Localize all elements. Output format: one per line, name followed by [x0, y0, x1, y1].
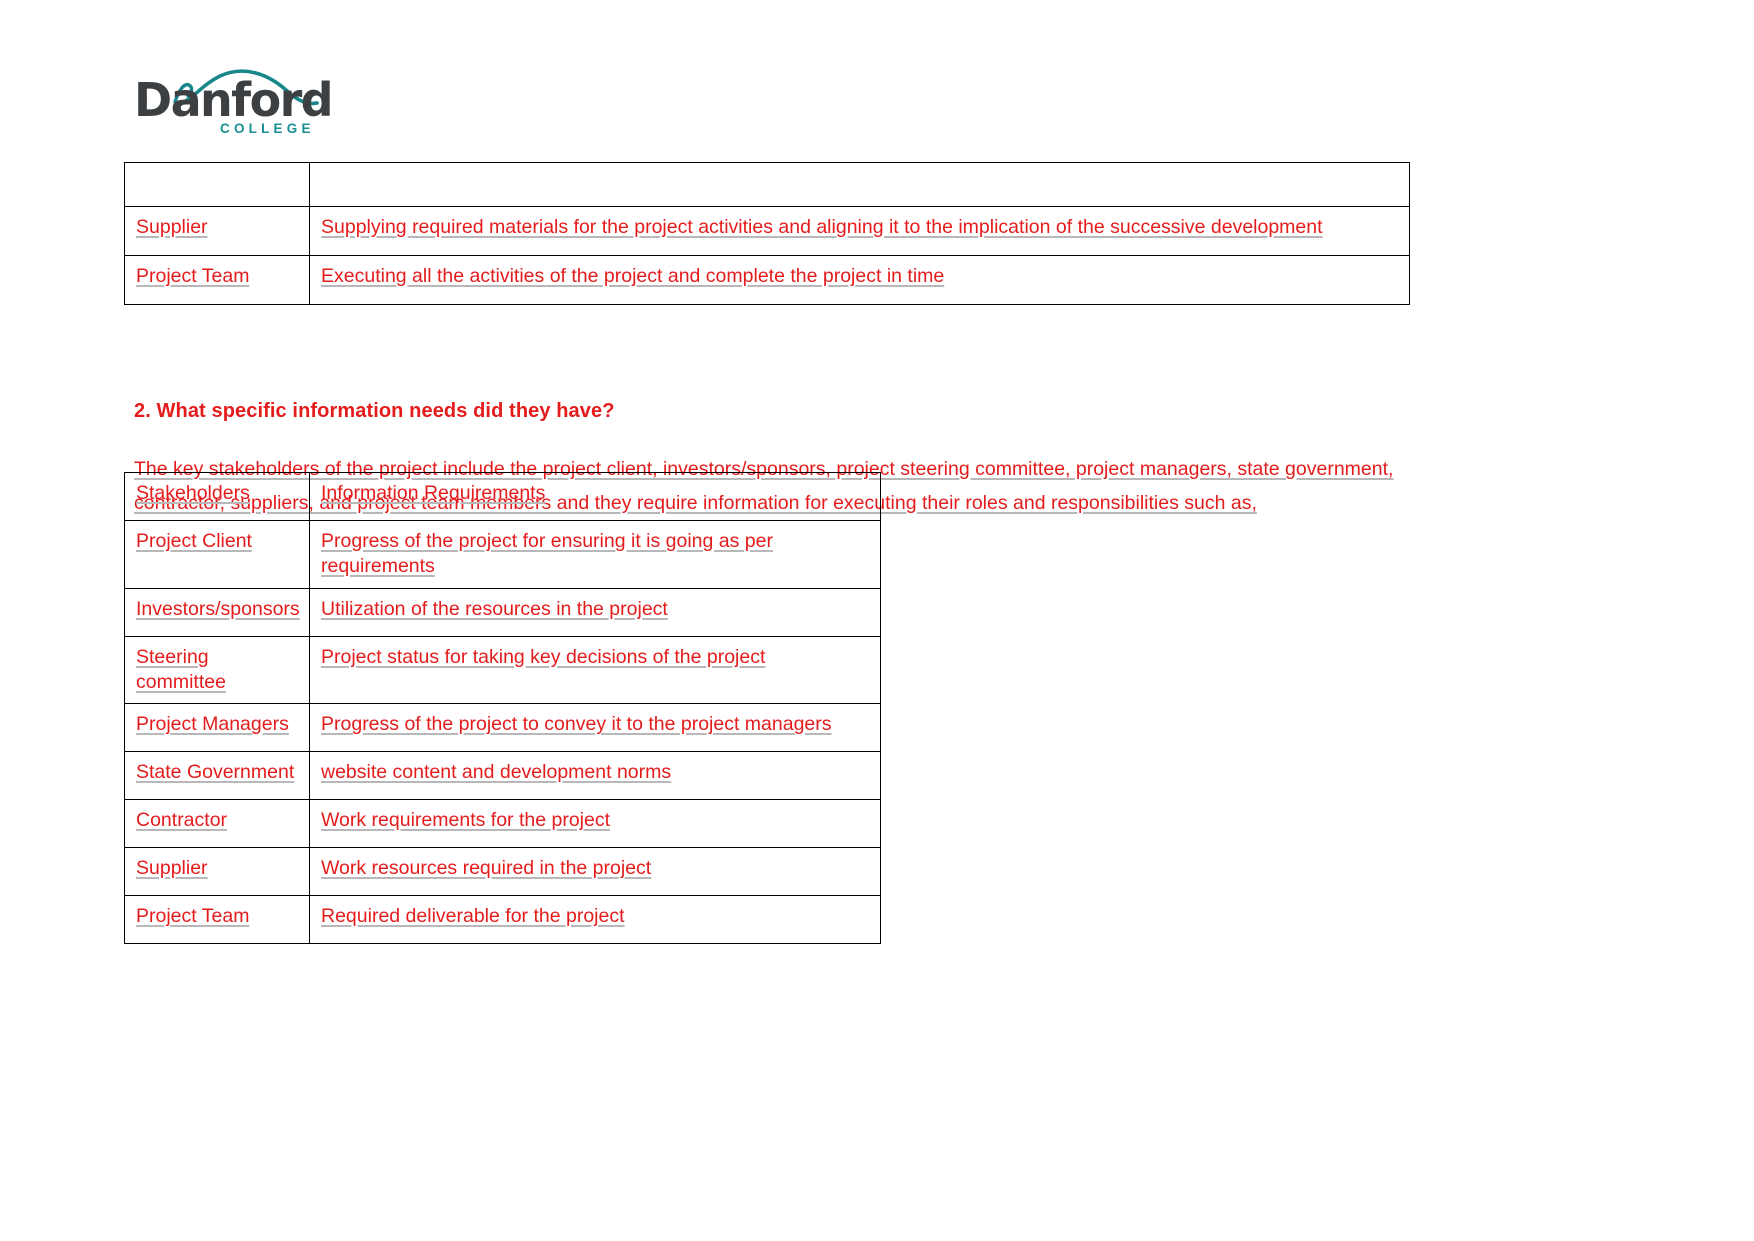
table-row: Contractor Work requirements for the pro…: [124, 799, 881, 849]
info-cell-requirement: Required deliverable for the project: [309, 895, 881, 945]
cell-text: Information Requirements: [321, 482, 546, 504]
info-cell-stakeholder: Project Managers: [124, 703, 310, 753]
cell-text: Project Team: [136, 905, 250, 928]
table-row: [124, 162, 1410, 207]
cell-text: Work resources required in the project: [321, 857, 652, 880]
cell-text: Contractor: [136, 809, 228, 832]
cell-text: Supplier: [136, 216, 208, 238]
cell-text: Project status for taking key decisions …: [321, 645, 766, 668]
info-cell-stakeholder: Supplier: [124, 847, 310, 897]
info-cell-requirement: Work resources required in the project: [309, 847, 881, 897]
table-row: Investors/sponsors Utilization of the re…: [124, 587, 881, 637]
table-row: Project Client Progress of the project f…: [124, 520, 881, 589]
roles-cell-stakeholder: Project Team: [124, 255, 310, 305]
question-heading: 2. What specific information needs did t…: [134, 400, 615, 422]
roles-cell-description: Supplying required materials for the pro…: [309, 206, 1410, 256]
info-cell-stakeholder: Steering committee: [124, 635, 310, 705]
logo-wordmark: Danford: [134, 73, 334, 127]
info-header-stakeholders: Stakeholders: [124, 472, 310, 521]
cell-text: Utilization of the resources in the proj…: [321, 597, 668, 620]
table-row: Steering committee Project status for ta…: [124, 635, 881, 705]
table-row: Supplier Supplying required materials fo…: [124, 206, 1410, 256]
info-cell-stakeholder: Project Client: [124, 520, 310, 589]
cell-text: Executing all the activities of the proj…: [321, 265, 945, 287]
cell-text: Stakeholders: [136, 482, 250, 504]
cell-text: Steering committee: [136, 645, 226, 694]
table-row: Project Managers Progress of the project…: [124, 703, 881, 753]
roles-cell-stakeholder: [124, 162, 310, 207]
cell-text: Project Managers: [136, 713, 289, 736]
roles-cell-stakeholder: Supplier: [124, 206, 310, 256]
cell-text: Progress of the project for ensuring it …: [321, 530, 773, 578]
cell-text: Required deliverable for the project: [321, 905, 625, 928]
info-cell-requirement: Utilization of the resources in the proj…: [309, 587, 881, 637]
table-row: Project Team Required deliverable for th…: [124, 895, 881, 945]
stakeholder-roles-table: Supplier Supplying required materials fo…: [124, 162, 1410, 305]
info-cell-requirement: Work requirements for the project: [309, 799, 881, 849]
info-cell-requirement: Progress of the project to convey it to …: [309, 703, 881, 753]
cell-text: Investors/sponsors: [136, 597, 300, 620]
document-page: Danford COLLEGE Supplier Supplying requi…: [0, 0, 1754, 1241]
info-cell-requirement: Project status for taking key decisions …: [309, 635, 881, 705]
table-row: Project Team Executing all the activitie…: [124, 255, 1410, 305]
info-cell-requirement: Progress of the project for ensuring it …: [309, 520, 881, 589]
cell-text: Progress of the project to convey it to …: [321, 713, 832, 736]
cell-text: Project Client: [136, 530, 252, 552]
info-cell-stakeholder: Contractor: [124, 799, 310, 849]
table-header-row: Stakeholders Information Requirements: [124, 472, 881, 521]
roles-cell-description: [309, 162, 1410, 207]
table-row: Supplier Work resources required in the …: [124, 847, 881, 897]
cell-text: Supplier: [136, 857, 208, 880]
cell-text: Supplying required materials for the pro…: [321, 216, 1323, 238]
cell-text: website content and development norms: [321, 761, 672, 784]
info-cell-stakeholder: Project Team: [124, 895, 310, 945]
logo-subtitle: COLLEGE: [220, 121, 315, 136]
cell-text: State Government: [136, 761, 295, 784]
info-cell-stakeholder: Investors/sponsors: [124, 587, 310, 637]
table-row: State Government website content and dev…: [124, 751, 881, 801]
info-cell-stakeholder: State Government: [124, 751, 310, 801]
roles-cell-description: Executing all the activities of the proj…: [309, 255, 1410, 305]
info-cell-requirement: website content and development norms: [309, 751, 881, 801]
cell-text: Project Team: [136, 265, 250, 287]
cell-text: Work requirements for the project: [321, 809, 611, 832]
information-requirements-table: Stakeholders Information Requirements Pr…: [124, 472, 881, 945]
danford-college-logo: Danford COLLEGE: [134, 60, 334, 145]
info-header-requirements: Information Requirements: [309, 472, 881, 521]
